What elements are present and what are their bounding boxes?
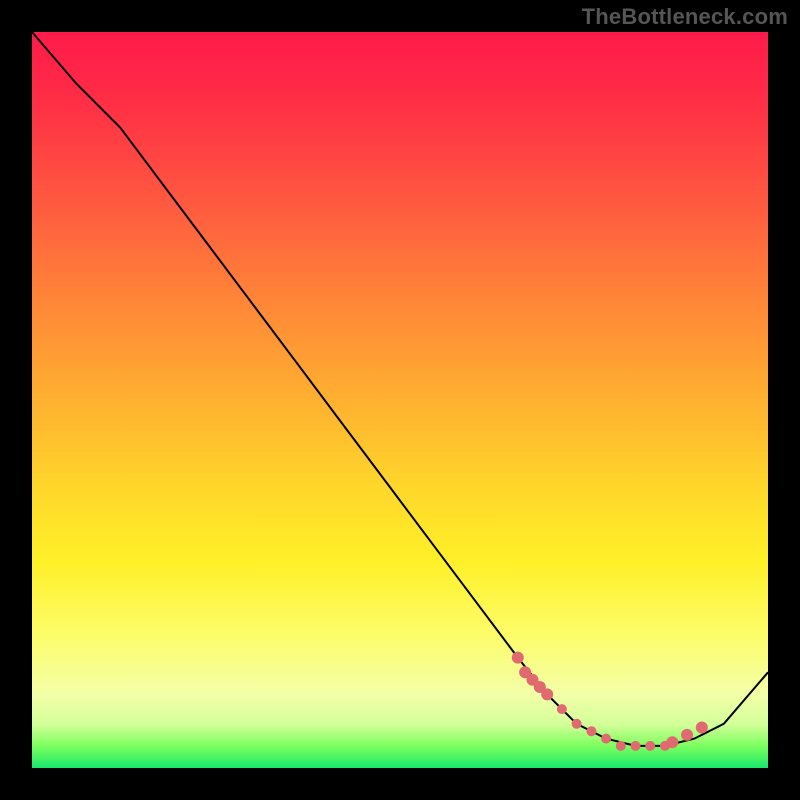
marker-cluster <box>512 652 707 750</box>
marker-dot <box>557 705 566 714</box>
marker-dot <box>646 741 655 750</box>
marker-dot <box>682 729 693 740</box>
marker-dot <box>512 652 523 663</box>
marker-dot <box>587 727 596 736</box>
marker-dot <box>696 722 707 733</box>
marker-dot <box>572 719 581 728</box>
plot-area <box>32 32 768 768</box>
marker-dot <box>616 741 625 750</box>
marker-dot <box>602 734 611 743</box>
marker-dot <box>542 689 553 700</box>
marker-dot <box>631 741 640 750</box>
main-curve <box>32 32 768 746</box>
chart-frame: TheBottleneck.com <box>0 0 800 800</box>
curve-svg <box>32 32 768 768</box>
marker-dot <box>667 737 678 748</box>
watermark-text: TheBottleneck.com <box>582 4 788 30</box>
